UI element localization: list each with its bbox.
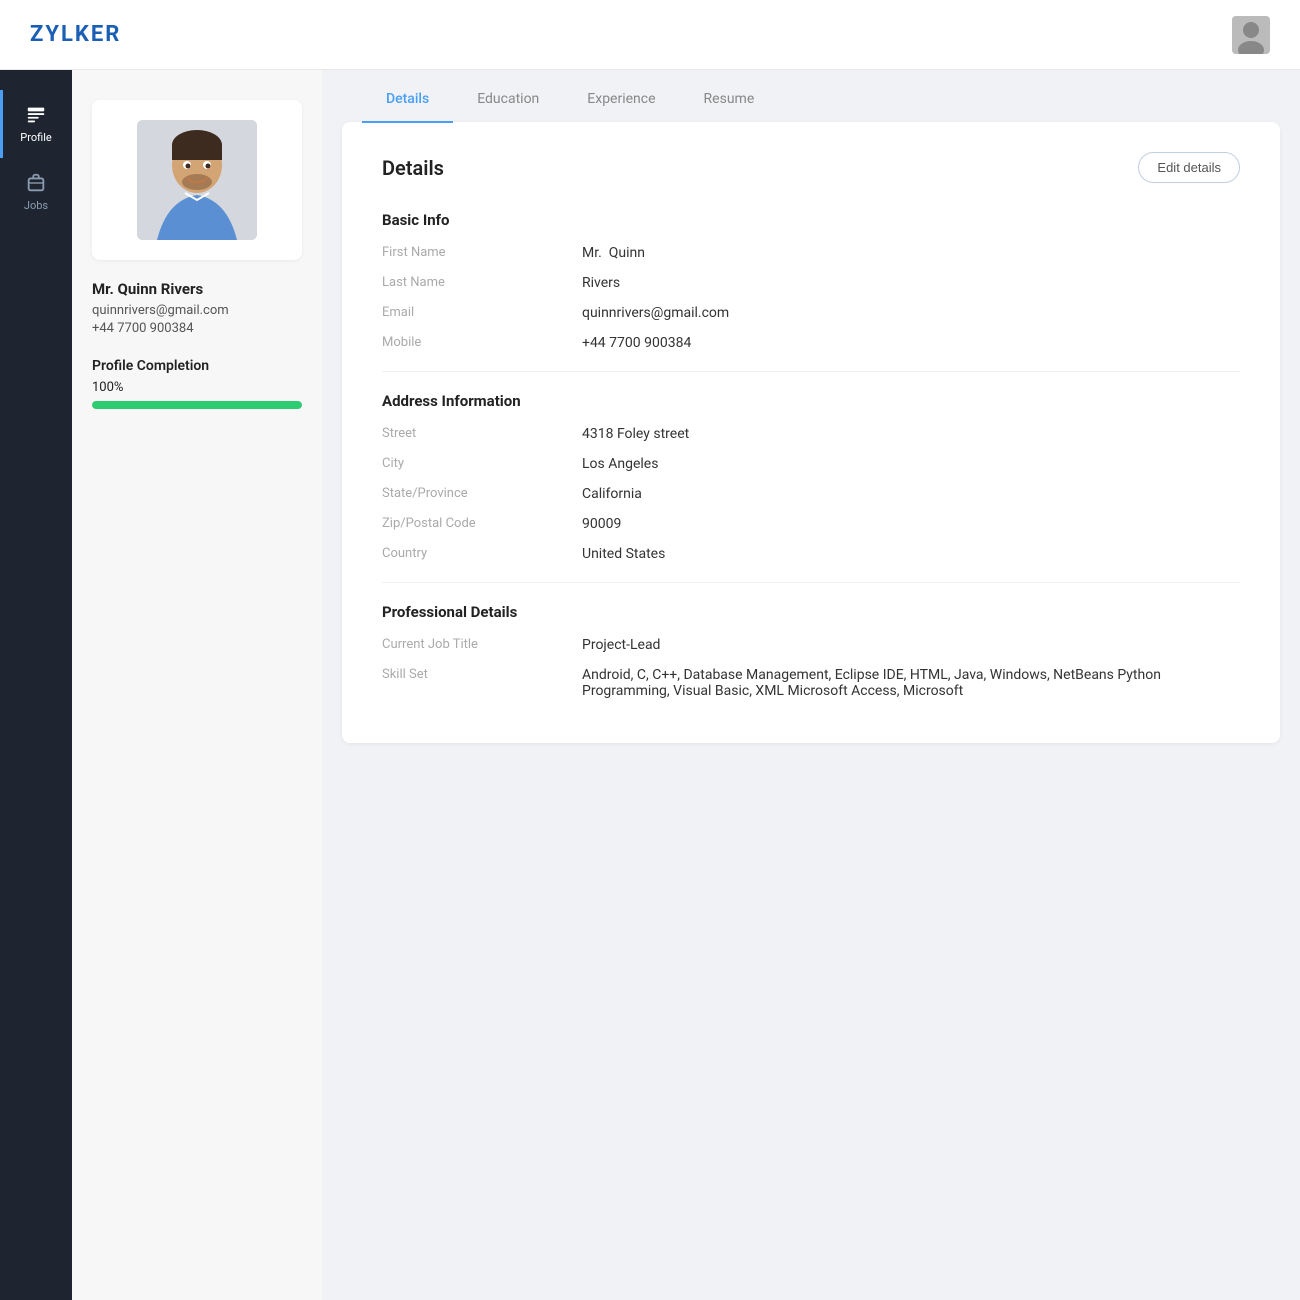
- progress-bar-bg: [92, 401, 302, 409]
- completion-percent: 100%: [92, 380, 302, 395]
- profile-name: Mr. Quinn Rivers: [92, 280, 302, 298]
- progress-bar-fill: [92, 401, 302, 409]
- field-label-mobile: Mobile: [382, 335, 582, 350]
- edit-details-button[interactable]: Edit details: [1138, 152, 1240, 183]
- field-row-country: Country United States: [382, 546, 1240, 562]
- field-label-city: City: [382, 456, 582, 471]
- profile-icon: [25, 104, 47, 126]
- details-title: Details: [382, 156, 444, 180]
- sidebar-item-jobs-label: Jobs: [24, 199, 48, 212]
- completion-title: Profile Completion: [92, 358, 302, 374]
- field-value-state: California: [582, 486, 1240, 502]
- field-label-state: State/Province: [382, 486, 582, 501]
- tab-experience[interactable]: Experience: [563, 77, 679, 123]
- basic-info-fields: First Name Mr. Quinn Last Name Rivers Em…: [382, 245, 1240, 351]
- profile-photo-card: [92, 100, 302, 260]
- tab-resume[interactable]: Resume: [680, 77, 779, 123]
- main-content: Details Education Experience Resume Deta…: [322, 70, 1300, 1300]
- field-row-skills: Skill Set Android, C, C++, Database Mana…: [382, 667, 1240, 699]
- professional-title: Professional Details: [382, 603, 1240, 621]
- field-value-country: United States: [582, 546, 1240, 562]
- field-row-mobile: Mobile +44 7700 900384: [382, 335, 1240, 351]
- logo: ZYLKER: [30, 22, 121, 47]
- tab-details[interactable]: Details: [362, 77, 453, 123]
- address-info-fields: Street 4318 Foley street City Los Angele…: [382, 426, 1240, 562]
- field-row-state: State/Province California: [382, 486, 1240, 502]
- left-panel: Mr. Quinn Rivers quinnrivers@gmail.com +…: [72, 70, 322, 1300]
- field-row-street: Street 4318 Foley street: [382, 426, 1240, 442]
- jobs-icon: [25, 172, 47, 194]
- field-row-zip: Zip/Postal Code 90009: [382, 516, 1240, 532]
- avatar-icon: [1232, 16, 1270, 54]
- basic-info-title: Basic Info: [382, 211, 1240, 229]
- top-header: ZYLKER: [0, 0, 1300, 70]
- tab-education[interactable]: Education: [453, 77, 563, 123]
- address-info-title: Address Information: [382, 392, 1240, 410]
- field-label-zip: Zip/Postal Code: [382, 516, 582, 531]
- details-card: Details Edit details Basic Info First Na…: [342, 122, 1280, 743]
- field-value-lastname: Rivers: [582, 275, 1240, 291]
- sidebar-item-profile[interactable]: Profile: [0, 90, 72, 158]
- header-avatar[interactable]: [1232, 16, 1270, 54]
- sidebar-item-jobs[interactable]: Jobs: [0, 158, 72, 226]
- field-label-firstname: First Name: [382, 245, 582, 260]
- field-value-zip: 90009: [582, 516, 1240, 532]
- field-value-skills: Android, C, C++, Database Management, Ec…: [582, 667, 1240, 699]
- tabs-bar: Details Education Experience Resume: [322, 70, 1300, 122]
- sidebar: Profile Jobs: [0, 70, 72, 1300]
- field-row-lastname: Last Name Rivers: [382, 275, 1240, 291]
- field-value-email: quinnrivers@gmail.com: [582, 305, 1240, 321]
- field-value-job-title: Project-Lead: [582, 637, 1240, 653]
- field-label-skills: Skill Set: [382, 667, 582, 682]
- field-value-street: 4318 Foley street: [582, 426, 1240, 442]
- details-header: Details Edit details: [382, 152, 1240, 183]
- field-label-street: Street: [382, 426, 582, 441]
- field-value-city: Los Angeles: [582, 456, 1240, 472]
- field-label-email: Email: [382, 305, 582, 320]
- profile-completion-section: Profile Completion 100%: [92, 358, 302, 409]
- field-value-firstname: Mr. Quinn: [582, 245, 1240, 261]
- field-row-firstname: First Name Mr. Quinn: [382, 245, 1240, 261]
- field-row-email: Email quinnrivers@gmail.com: [382, 305, 1240, 321]
- professional-fields: Current Job Title Project-Lead Skill Set…: [382, 637, 1240, 699]
- field-label-lastname: Last Name: [382, 275, 582, 290]
- field-value-mobile: +44 7700 900384: [582, 335, 1240, 351]
- field-row-job-title: Current Job Title Project-Lead: [382, 637, 1240, 653]
- profile-avatar-svg: [137, 120, 257, 240]
- main-layout: Profile Jobs: [0, 70, 1300, 1300]
- divider-2: [382, 582, 1240, 583]
- field-row-city: City Los Angeles: [382, 456, 1240, 472]
- profile-email: quinnrivers@gmail.com: [92, 303, 302, 318]
- field-label-job-title: Current Job Title: [382, 637, 582, 652]
- profile-phone: +44 7700 900384: [92, 321, 302, 336]
- profile-photo: [137, 120, 257, 240]
- divider-1: [382, 371, 1240, 372]
- field-label-country: Country: [382, 546, 582, 561]
- sidebar-item-profile-label: Profile: [20, 131, 51, 144]
- profile-info: Mr. Quinn Rivers quinnrivers@gmail.com +…: [92, 280, 302, 336]
